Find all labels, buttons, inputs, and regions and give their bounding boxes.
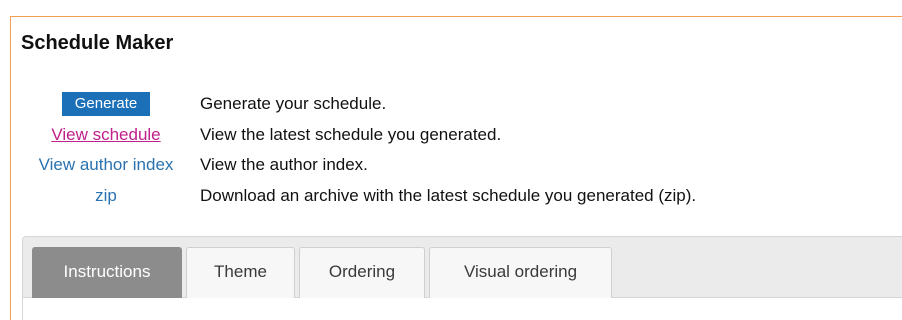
tab-theme[interactable]: Theme: [186, 247, 295, 298]
zip-link[interactable]: zip: [95, 186, 117, 205]
view-schedule-description: View the latest schedule you generated.: [200, 125, 502, 144]
action-row-zip: zip: [20, 186, 192, 206]
action-row-view-schedule: View schedule: [20, 125, 192, 145]
view-author-index-link[interactable]: View author index: [39, 155, 174, 174]
generate-description: Generate your schedule.: [200, 94, 387, 113]
actions-list: Generate Generate your schedule. View sc…: [0, 0, 902, 240]
tab-instructions[interactable]: Instructions: [32, 247, 182, 298]
action-row-author-index: View author index: [20, 155, 192, 175]
view-schedule-link[interactable]: View schedule: [51, 125, 160, 144]
action-row-generate: Generate: [20, 92, 192, 116]
author-index-description: View the author index.: [200, 155, 368, 174]
tab-ordering[interactable]: Ordering: [299, 247, 425, 298]
generate-button[interactable]: Generate: [61, 92, 151, 116]
tabs-header: Instructions Theme Ordering Visual order…: [23, 237, 902, 298]
zip-description: Download an archive with the latest sche…: [200, 186, 697, 205]
tab-visual-ordering[interactable]: Visual ordering: [429, 247, 612, 298]
tabs-panel: Instructions Theme Ordering Visual order…: [22, 236, 902, 320]
